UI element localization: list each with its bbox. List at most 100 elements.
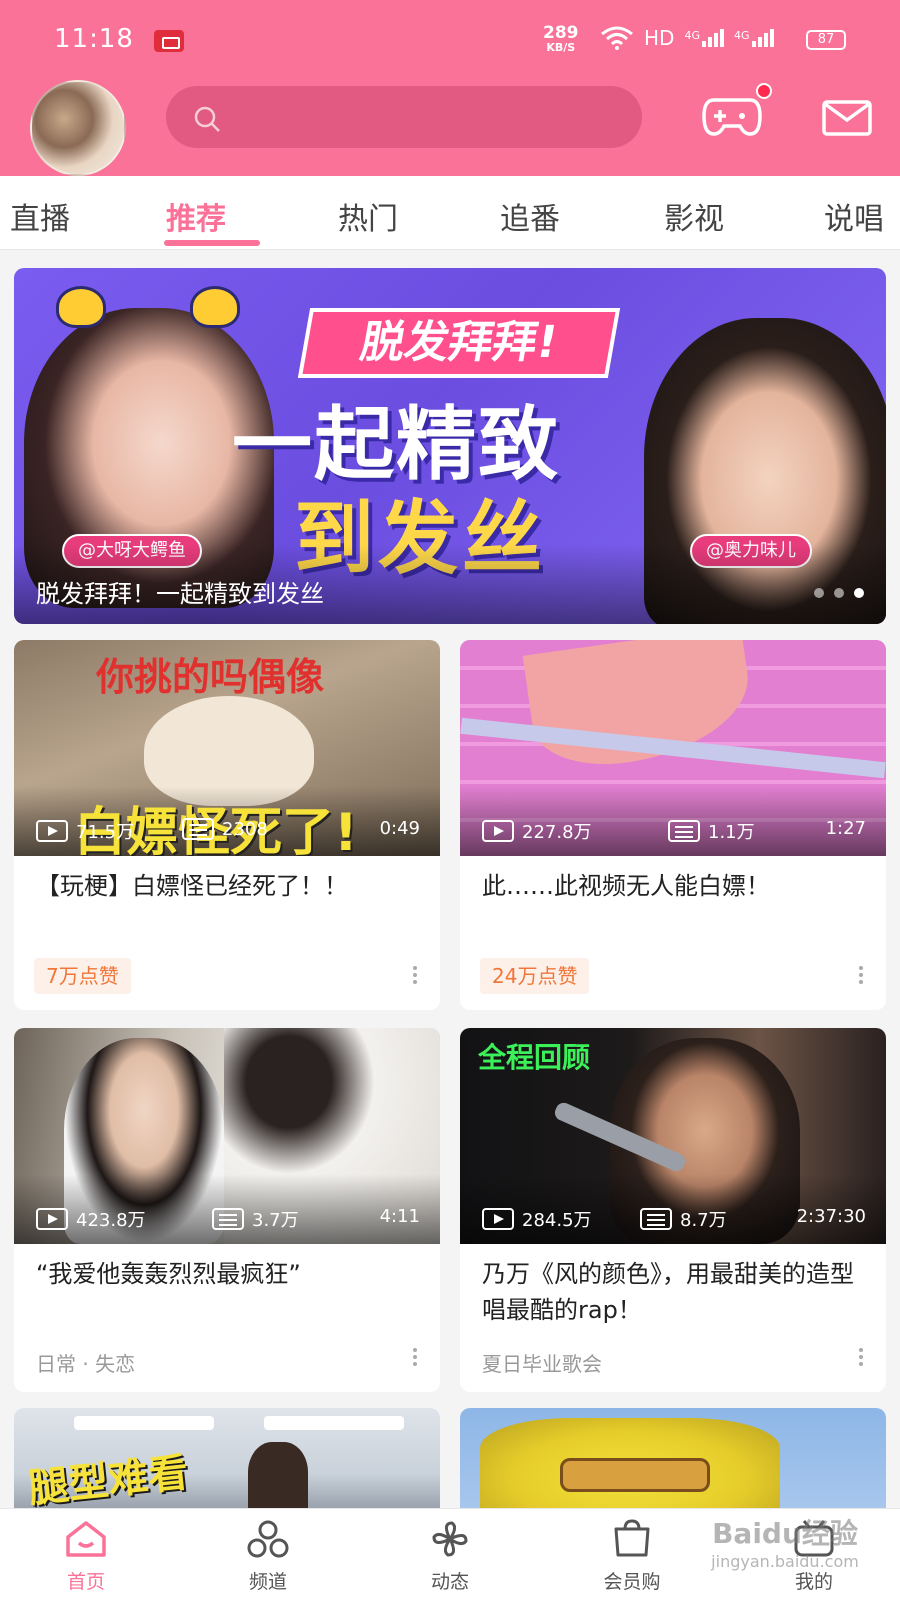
more-options-icon[interactable] [858, 966, 864, 988]
status-bar: 11:18 289 KB/S HD 4G 4G 87 [0, 18, 900, 62]
screen-record-icon [154, 30, 184, 52]
like-badge: 7万点赞 [34, 958, 131, 994]
watermark: Baidu经验 jingyan.baidu.com [690, 1512, 880, 1582]
status-icons: HD 4G 4G [600, 26, 774, 50]
watermark-logo: Baidu经验 [712, 1517, 858, 1550]
danmaku-icon [668, 820, 700, 842]
nav-shop[interactable]: 会员购 [582, 1519, 682, 1594]
tab-recommend[interactable]: 推荐 [166, 194, 226, 238]
tab-rap[interactable]: 说唱 [824, 194, 884, 238]
video-stats: 284.5万 8.7万 2:37:30 [482, 1202, 866, 1234]
channel-icon [247, 1520, 289, 1558]
carousel-dot[interactable] [814, 588, 824, 598]
video-thumbnail: 腿型难看 [14, 1408, 440, 1518]
thumbnail-overlay-top: 你挑的吗偶像 [96, 655, 325, 699]
nav-dynamic[interactable]: 动态 [400, 1519, 500, 1594]
video-thumbnail: 全程回顾 284.5万 8.7万 2:37:30 [460, 1028, 886, 1244]
video-card[interactable]: 423.8万 3.7万 4:11 “我爱他轰轰烈烈最疯狂” 日常 · 失恋 [14, 1028, 440, 1392]
play-count: 71.5万 [36, 818, 134, 844]
video-card[interactable]: 227.8万 1.1万 1:27 此……此视频无人能白嫖！ 24万点赞 [460, 640, 886, 1010]
mail-icon[interactable] [822, 100, 872, 136]
more-options-icon[interactable] [858, 1348, 864, 1370]
nav-channel-label: 频道 [248, 1571, 287, 1593]
banner-sign: 脱发拜拜! [297, 308, 621, 378]
video-duration: 1:27 [825, 818, 866, 839]
signal-1: 4G [684, 29, 724, 47]
signal-bars-icon [751, 29, 774, 47]
home-icon [66, 1521, 106, 1557]
nav-channel[interactable]: 频道 [218, 1519, 318, 1594]
video-card[interactable] [460, 1408, 886, 1518]
video-duration: 4:11 [379, 1206, 420, 1227]
play-count-icon [482, 820, 514, 842]
tab-live[interactable]: 直播 [10, 194, 70, 238]
promo-banner[interactable]: 脱发拜拜! 一起精致 到发丝 @大呀大鳄鱼 @奥力味儿 脱发拜拜！一起精致到发丝 [14, 268, 886, 624]
video-thumbnail: 你挑的吗偶像 白嫖怪死了! 71.5万 2308 0:49 [14, 640, 440, 856]
heart-decoration [56, 286, 106, 328]
channel-tabs: 直播 推荐 热门 追番 影视 说唱 [0, 176, 900, 250]
danmaku-count: 8.7万 [640, 1206, 727, 1232]
nav-home[interactable]: 首页 [36, 1519, 136, 1594]
watermark-url: jingyan.baidu.com [711, 1552, 859, 1571]
signal-2-label: 4G [733, 29, 750, 42]
hd-indicator: HD [644, 26, 675, 50]
video-card[interactable]: 全程回顾 284.5万 8.7万 2:37:30 乃万《风的颜色》，用最甜美的造… [460, 1028, 886, 1392]
carousel-dot-active[interactable] [854, 588, 864, 598]
carousel-dot[interactable] [834, 588, 844, 598]
play-count: 227.8万 [482, 818, 592, 844]
video-thumbnail: 227.8万 1.1万 1:27 [460, 640, 886, 856]
banner-caption: 脱发拜拜！一起精致到发丝 [36, 580, 324, 608]
video-card[interactable]: 你挑的吗偶像 白嫖怪死了! 71.5万 2308 0:49 【玩梗】白嫖怪已经死… [14, 640, 440, 1010]
video-stats: 71.5万 2308 0:49 [36, 814, 420, 846]
shop-icon [614, 1519, 650, 1557]
signal-bars-icon [701, 29, 724, 47]
nav-shop-label: 会员购 [603, 1571, 661, 1593]
tab-anime[interactable]: 追番 [500, 194, 560, 238]
dynamic-icon [432, 1521, 468, 1557]
play-count-value: 227.8万 [522, 822, 592, 843]
video-title[interactable]: “我爱他轰轰烈烈最疯狂” [36, 1256, 420, 1292]
status-time: 11:18 [54, 24, 134, 54]
video-duration: 2:37:30 [796, 1206, 866, 1227]
notification-dot [756, 83, 772, 99]
user-avatar[interactable] [30, 80, 126, 176]
signal-1-label: 4G [684, 29, 700, 42]
video-card[interactable]: 腿型难看 [14, 1408, 440, 1518]
signal-2: 4G [734, 29, 774, 47]
app-header: 11:18 289 KB/S HD 4G 4G 87 [0, 0, 900, 176]
nav-dynamic-label: 动态 [430, 1571, 469, 1593]
tab-movies[interactable]: 影视 [664, 194, 724, 238]
play-count-value: 284.5万 [522, 1210, 592, 1231]
video-tags: 日常 · 失恋 [36, 1352, 136, 1376]
play-count-icon [36, 1208, 68, 1230]
danmaku-count: 3.7万 [212, 1206, 299, 1232]
tab-hot[interactable]: 热门 [338, 194, 398, 238]
video-stats: 227.8万 1.1万 1:27 [482, 814, 866, 846]
more-options-icon[interactable] [412, 966, 418, 988]
thumbnail-overlay-top: 腿型难看 [26, 1449, 191, 1513]
thumbnail-overlay-top: 全程回顾 [478, 1041, 591, 1074]
active-tab-indicator [164, 240, 260, 246]
game-controller-icon[interactable] [702, 96, 762, 138]
person-figure [248, 1442, 308, 1518]
play-count-icon [482, 1208, 514, 1230]
danmaku-icon [640, 1208, 672, 1230]
danmaku-count-value: 1.1万 [708, 822, 755, 843]
video-duration: 0:49 [379, 818, 420, 839]
danmaku-icon [182, 818, 214, 840]
danmaku-count-value: 8.7万 [680, 1210, 727, 1231]
play-count: 284.5万 [482, 1206, 592, 1232]
video-title[interactable]: 【玩梗】白嫖怪已经死了！！ [36, 868, 420, 904]
play-count-icon [36, 820, 68, 842]
search-bar[interactable] [166, 86, 642, 148]
play-count-value: 71.5万 [76, 822, 135, 843]
danmaku-count: 1.1万 [668, 818, 755, 844]
more-options-icon[interactable] [412, 1348, 418, 1370]
like-badge: 24万点赞 [480, 958, 590, 994]
video-thumbnail: 423.8万 3.7万 4:11 [14, 1028, 440, 1244]
video-tags: 夏日毕业歌会 [482, 1352, 602, 1376]
network-speed-value: 289 [543, 23, 579, 43]
video-title[interactable]: 乃万《风的颜色》，用最甜美的造型唱最酷的rap！ [482, 1256, 866, 1328]
video-title[interactable]: 此……此视频无人能白嫖！ [482, 868, 866, 904]
battery-indicator: 87 [806, 30, 846, 50]
